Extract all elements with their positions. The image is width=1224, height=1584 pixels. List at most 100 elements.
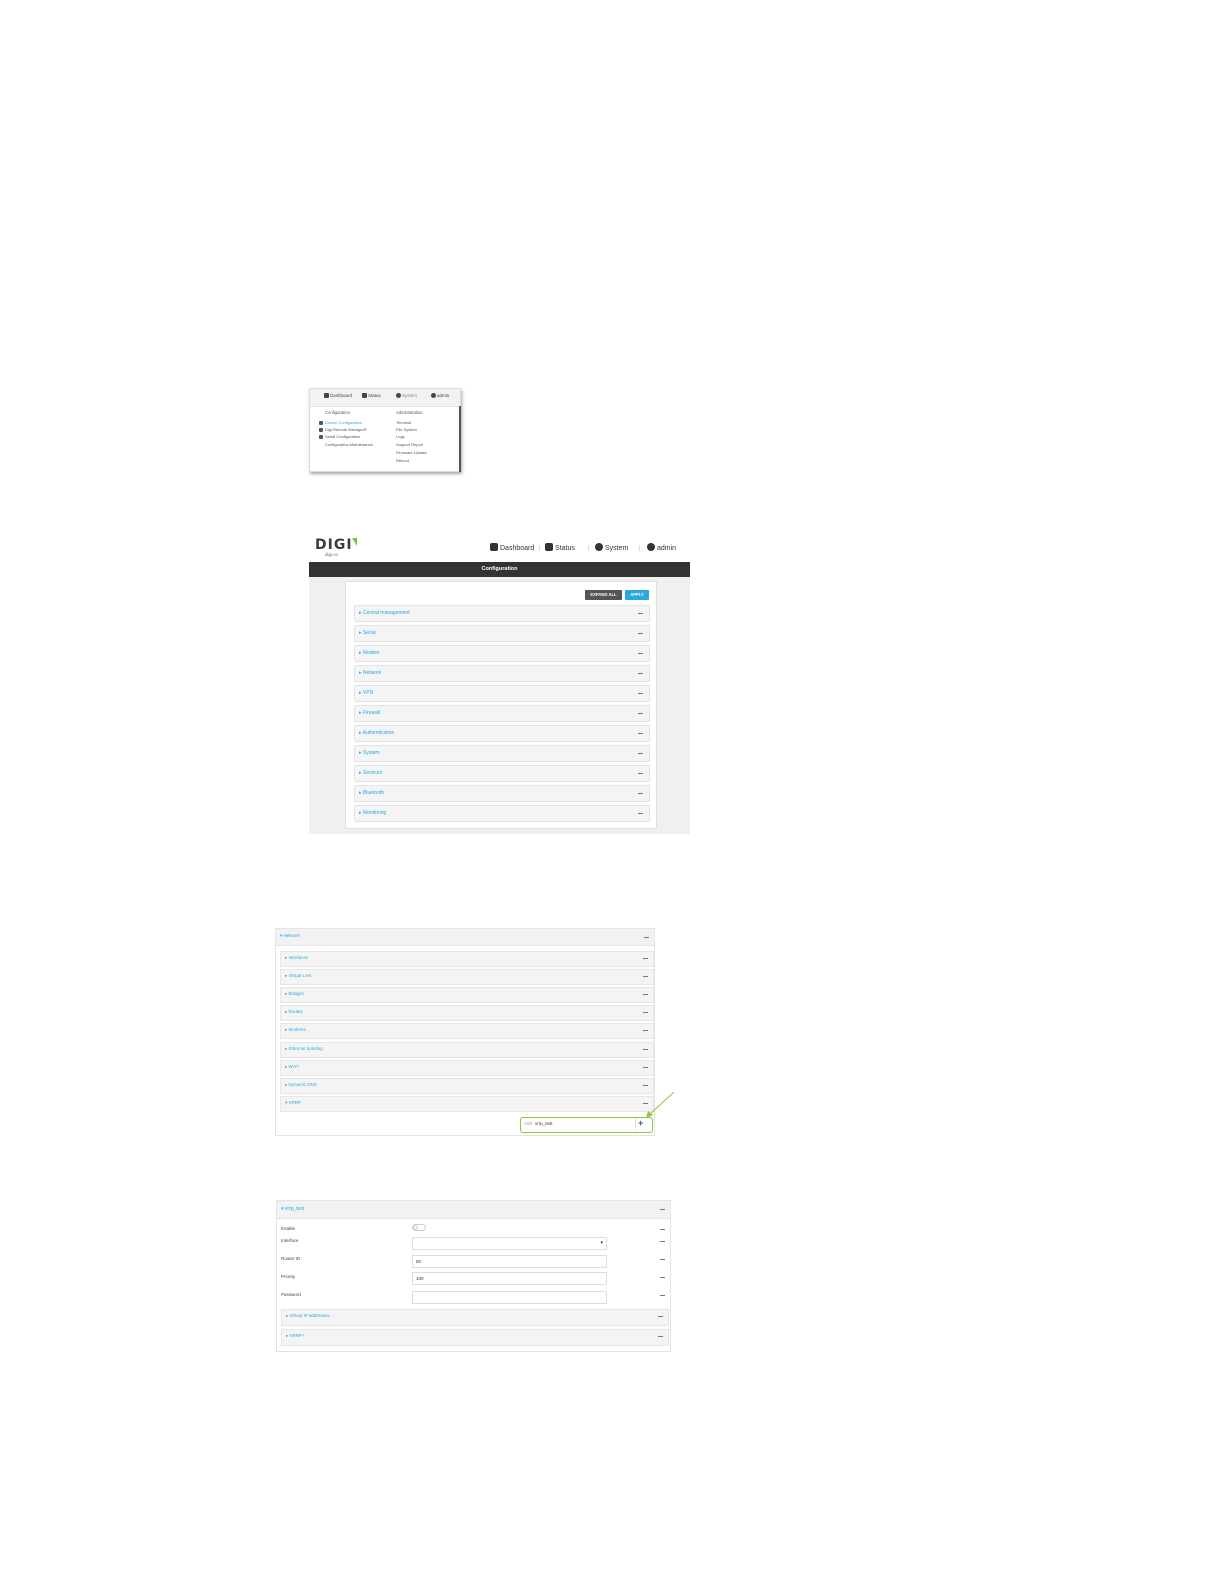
logo-mark-icon (352, 538, 357, 546)
field-dash (660, 1295, 665, 1296)
apply-button[interactable]: APPLY (625, 590, 649, 600)
interface-label: Interface (281, 1238, 299, 1243)
nav-admin[interactable]: admin (647, 543, 676, 552)
collapse-icon (643, 1030, 648, 1031)
password-input[interactable] (412, 1291, 607, 1304)
section-modem[interactable]: ▸ Modem (354, 645, 650, 662)
nav-system[interactable]: System (396, 393, 417, 398)
router-id-input[interactable]: 50 (412, 1255, 607, 1268)
nav-status[interactable]: Status (545, 543, 575, 552)
nav-separator: | (539, 546, 541, 552)
gear-icon (396, 393, 401, 398)
serial-icon (319, 435, 323, 439)
nav-separator: | (588, 546, 590, 552)
dashboard-icon (490, 543, 498, 551)
menu-file-system[interactable]: File System (396, 427, 417, 432)
network-panel-screenshot: ▾ Network ▸ Interfaces ▸ Virtual LAN ▸ B… (275, 928, 655, 1136)
collapse-icon (643, 1049, 648, 1050)
collapse-icon (643, 1012, 648, 1013)
menu-logs[interactable]: Logs (396, 434, 405, 439)
section-bluetooth[interactable]: ▸ Bluetooth (354, 785, 650, 802)
virtual-ip-addresses-section[interactable]: ▸ Virtual IP addresses (281, 1309, 669, 1326)
nav-admin[interactable]: admin (431, 393, 449, 398)
menu-terminal[interactable]: Terminal (396, 420, 411, 425)
network-item-virtual-lan[interactable]: ▸ Virtual LAN (280, 969, 654, 985)
field-dash (660, 1241, 665, 1242)
router-id-label: Router ID (281, 1256, 301, 1261)
collapse-icon (644, 937, 649, 938)
field-dash (660, 1229, 665, 1230)
configuration-header: Configuration (325, 410, 350, 415)
network-header[interactable]: ▾ Network (276, 929, 654, 946)
nav-status[interactable]: Status (362, 393, 381, 398)
menu-device-configuration[interactable]: Device Configuration (319, 420, 362, 425)
collapse-icon (638, 793, 643, 794)
administration-header: Administration (396, 410, 423, 415)
menu-edge (459, 406, 461, 472)
collapse-icon (658, 1316, 663, 1317)
vrrp-test-header[interactable]: ▾ vrrp_test (277, 1201, 670, 1219)
configuration-page-screenshot: DIGI digi.co Dashboard | Status | System… (309, 533, 690, 834)
nav-dashboard[interactable]: Dashboard (324, 393, 352, 398)
add-name-input[interactable]: vrrp_test (535, 1121, 553, 1126)
priority-input[interactable]: 100 (412, 1272, 607, 1285)
digi-logo: DIGI (315, 537, 353, 553)
collapse-icon (638, 693, 643, 694)
menu-reboot[interactable]: Reboot (396, 458, 409, 463)
nav-dashboard[interactable]: Dashboard (490, 543, 534, 552)
section-vpn[interactable]: ▸ VPN (354, 685, 650, 702)
vrrp-test-panel-screenshot: ▾ vrrp_test Enable Interface ▾ Router ID… (276, 1200, 671, 1352)
network-item-bridges[interactable]: ▸ Bridges (280, 987, 654, 1003)
add-label: Add (524, 1121, 533, 1126)
collapse-icon (660, 1209, 665, 1210)
network-item-routes[interactable]: ▸ Routes (280, 1005, 654, 1021)
menu-firmware-update[interactable]: Firmware Update (396, 450, 427, 455)
priority-label: Priority (281, 1274, 296, 1279)
network-item-dynamic-dns[interactable]: ▸ Dynamic DNS (280, 1078, 654, 1094)
collapse-icon (638, 673, 643, 674)
network-item-interfaces[interactable]: ▸ Interfaces (280, 951, 654, 967)
menu-serial-configuration[interactable]: Serial Configuration (319, 434, 360, 439)
interface-select[interactable]: ▾ (412, 1237, 607, 1250)
input-divider (635, 1118, 636, 1129)
user-icon (431, 393, 436, 398)
header: DIGI digi.co Dashboard | Status | System… (309, 533, 690, 562)
cloud-icon (319, 428, 323, 432)
section-monitoring[interactable]: ▸ Monitoring (354, 805, 650, 822)
network-item-ethernet-bonding[interactable]: ▸ Ethernet bonding (280, 1042, 654, 1058)
gear-icon (595, 543, 603, 551)
system-menu-screenshot: Dashboard Status System admin Configurat… (309, 388, 461, 472)
network-title: Network (283, 933, 301, 938)
collapse-icon (638, 613, 643, 614)
enable-label: Enable (281, 1226, 296, 1231)
vrrp-plus-section[interactable]: ▸ VRRP+ (281, 1329, 669, 1346)
network-item-wifi[interactable]: ▸ Wi-Fi (280, 1060, 654, 1076)
section-services[interactable]: ▸ Services (354, 765, 650, 782)
toggle-knob (413, 1225, 418, 1230)
page-title: Configuration (309, 562, 690, 577)
network-item-vrrp[interactable]: ▾ VRRP (280, 1096, 654, 1112)
collapse-icon (658, 1336, 663, 1337)
vrrp-test-title: vrrp_test (284, 1206, 305, 1212)
grid-icon (545, 543, 553, 551)
section-serial[interactable]: ▸ Serial (354, 625, 650, 642)
configuration-card: EXPAND ALL APPLY ▸ Central management ▸ … (345, 581, 657, 829)
network-item-modems[interactable]: ▸ Modems (280, 1023, 654, 1039)
section-firewall[interactable]: ▸ Firewall (354, 705, 650, 722)
expand-all-button[interactable]: EXPAND ALL (585, 590, 622, 600)
collapse-icon (638, 653, 643, 654)
section-network[interactable]: ▸ Network (354, 665, 650, 682)
menu-topbar: Dashboard Status System admin (310, 389, 460, 407)
section-system[interactable]: ▸ System (354, 745, 650, 762)
nav-system[interactable]: System (595, 543, 628, 552)
menu-digi-remote-manager[interactable]: Digi Remote Manager® (319, 427, 367, 432)
section-authentication[interactable]: ▸ Authentication (354, 725, 650, 742)
user-icon (647, 543, 655, 551)
menu-support-report[interactable]: Support Report (396, 442, 423, 447)
collapse-icon (638, 773, 643, 774)
pointer-arrow-icon (646, 1091, 675, 1118)
section-central-management[interactable]: ▸ Central management (354, 605, 650, 622)
menu-configuration-maintenance[interactable]: Configuration Maintenance (325, 442, 373, 447)
grid-icon (362, 393, 367, 398)
enable-toggle[interactable] (412, 1224, 426, 1231)
